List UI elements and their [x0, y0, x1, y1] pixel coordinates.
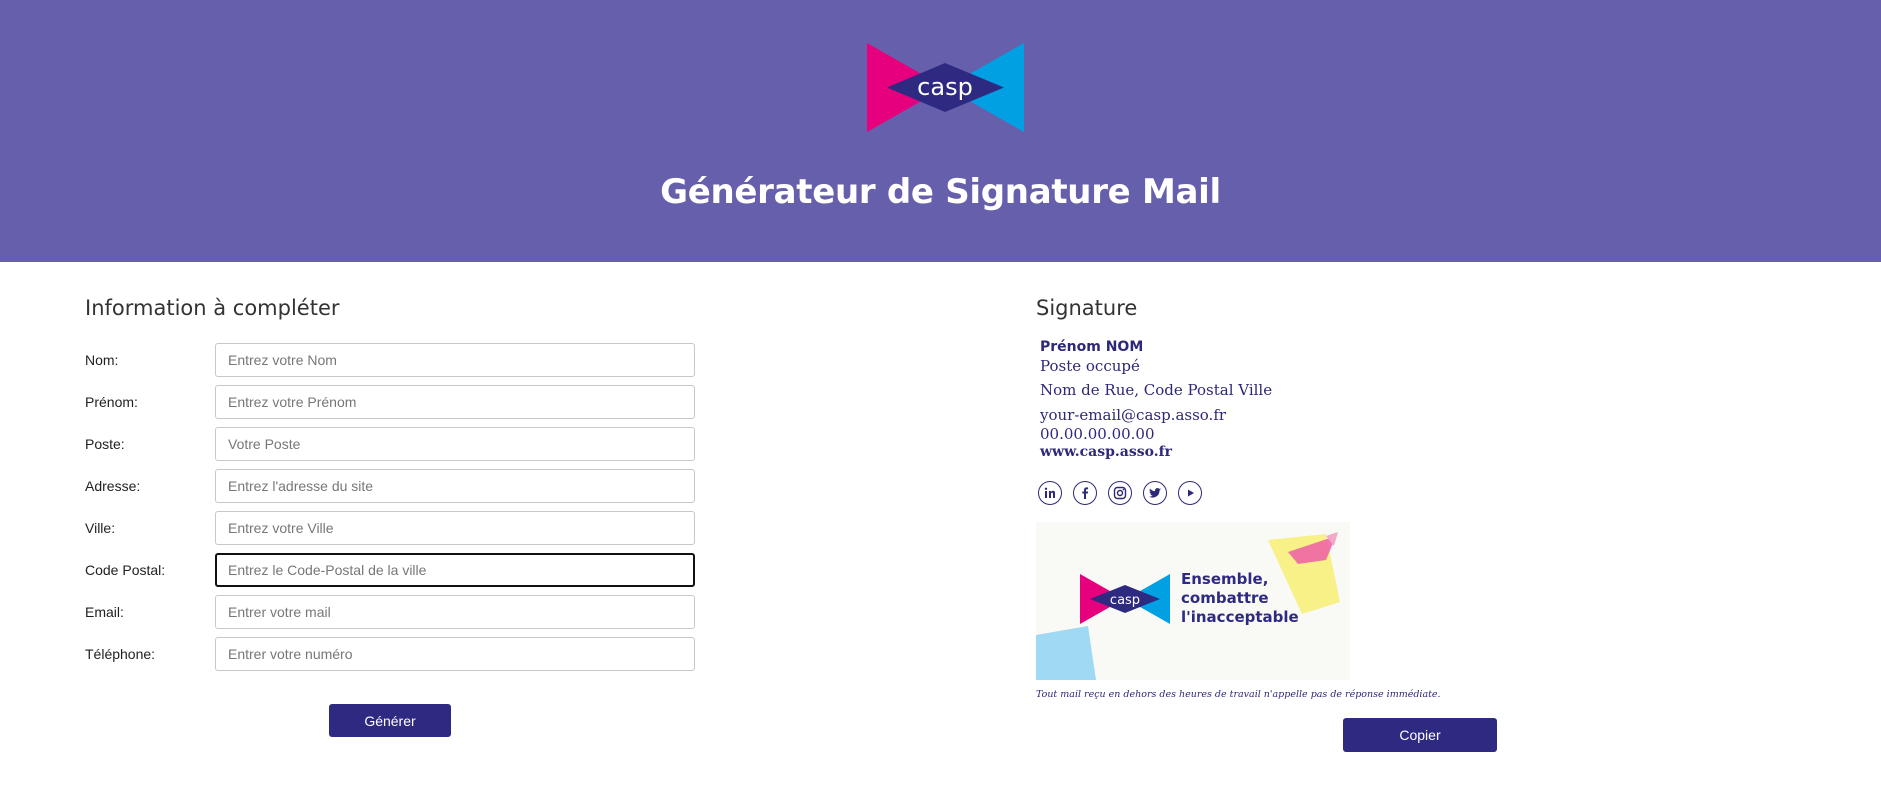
prenom-input[interactable]: [215, 385, 695, 419]
nom-input[interactable]: [215, 343, 695, 377]
signature-phone: 00.00.00.00.00: [1040, 425, 1155, 443]
form-row-code-postal: Code Postal:: [85, 553, 695, 588]
email-input[interactable]: [215, 595, 695, 629]
adresse-label: Adresse:: [85, 478, 141, 494]
banner-line-3: l'inacceptable: [1181, 608, 1299, 626]
form-row-ville: Ville:: [85, 511, 695, 546]
form-row-prenom: Prénom:: [85, 385, 695, 420]
page-title: Générateur de Signature Mail: [660, 172, 1221, 212]
youtube-icon[interactable]: [1178, 481, 1202, 505]
generate-button[interactable]: Générer: [329, 704, 451, 737]
email-label: Email:: [85, 604, 124, 620]
poste-input[interactable]: [215, 427, 695, 461]
linkedin-icon[interactable]: [1038, 481, 1062, 505]
signature-email: your-email@casp.asso.fr: [1040, 406, 1227, 424]
facebook-icon[interactable]: [1073, 481, 1097, 505]
form-row-email: Email:: [85, 595, 695, 630]
form-section-title: Information à compléter: [85, 296, 340, 320]
nom-label: Nom:: [85, 352, 119, 368]
casp-logo: casp: [867, 43, 1024, 132]
signature-banner: casp Ensemble, combattre l'inacceptable: [1036, 522, 1350, 680]
form-row-nom: Nom:: [85, 343, 695, 378]
code-postal-label: Code Postal:: [85, 562, 166, 578]
twitter-icon[interactable]: [1143, 481, 1167, 505]
poste-label: Poste:: [85, 436, 125, 452]
form-row-telephone: Téléphone:: [85, 637, 695, 672]
social-icons: [1038, 481, 1202, 507]
banner-graphic: casp Ensemble, combattre l'inacceptable: [1036, 532, 1340, 680]
code-postal-input[interactable]: [215, 553, 695, 587]
signature-disclaimer: Tout mail reçu en dehors des heures de t…: [1036, 689, 1441, 700]
copy-button[interactable]: Copier: [1343, 718, 1497, 752]
signature-address: Nom de Rue, Code Postal Ville: [1040, 381, 1273, 399]
signature-section-title: Signature: [1036, 296, 1138, 320]
signature-poste: Poste occupé: [1040, 357, 1140, 375]
form-row-adresse: Adresse:: [85, 469, 695, 504]
logo-text: casp: [917, 73, 973, 101]
ville-label: Ville:: [85, 520, 116, 536]
adresse-input[interactable]: [215, 469, 695, 503]
form-row-poste: Poste:: [85, 427, 695, 462]
signature-website: www.casp.asso.fr: [1040, 444, 1172, 460]
banner-line-2: combattre: [1181, 589, 1269, 607]
banner-logo-text: casp: [1110, 593, 1140, 608]
telephone-label: Téléphone:: [85, 646, 156, 662]
ville-input[interactable]: [215, 511, 695, 545]
instagram-icon[interactable]: [1108, 481, 1132, 505]
telephone-input[interactable]: [215, 637, 695, 671]
page-header: casp Générateur de Signature Mail: [0, 0, 1881, 262]
signature-name: Prénom NOM: [1040, 339, 1144, 355]
banner-line-1: Ensemble,: [1181, 570, 1268, 588]
prenom-label: Prénom:: [85, 394, 138, 410]
